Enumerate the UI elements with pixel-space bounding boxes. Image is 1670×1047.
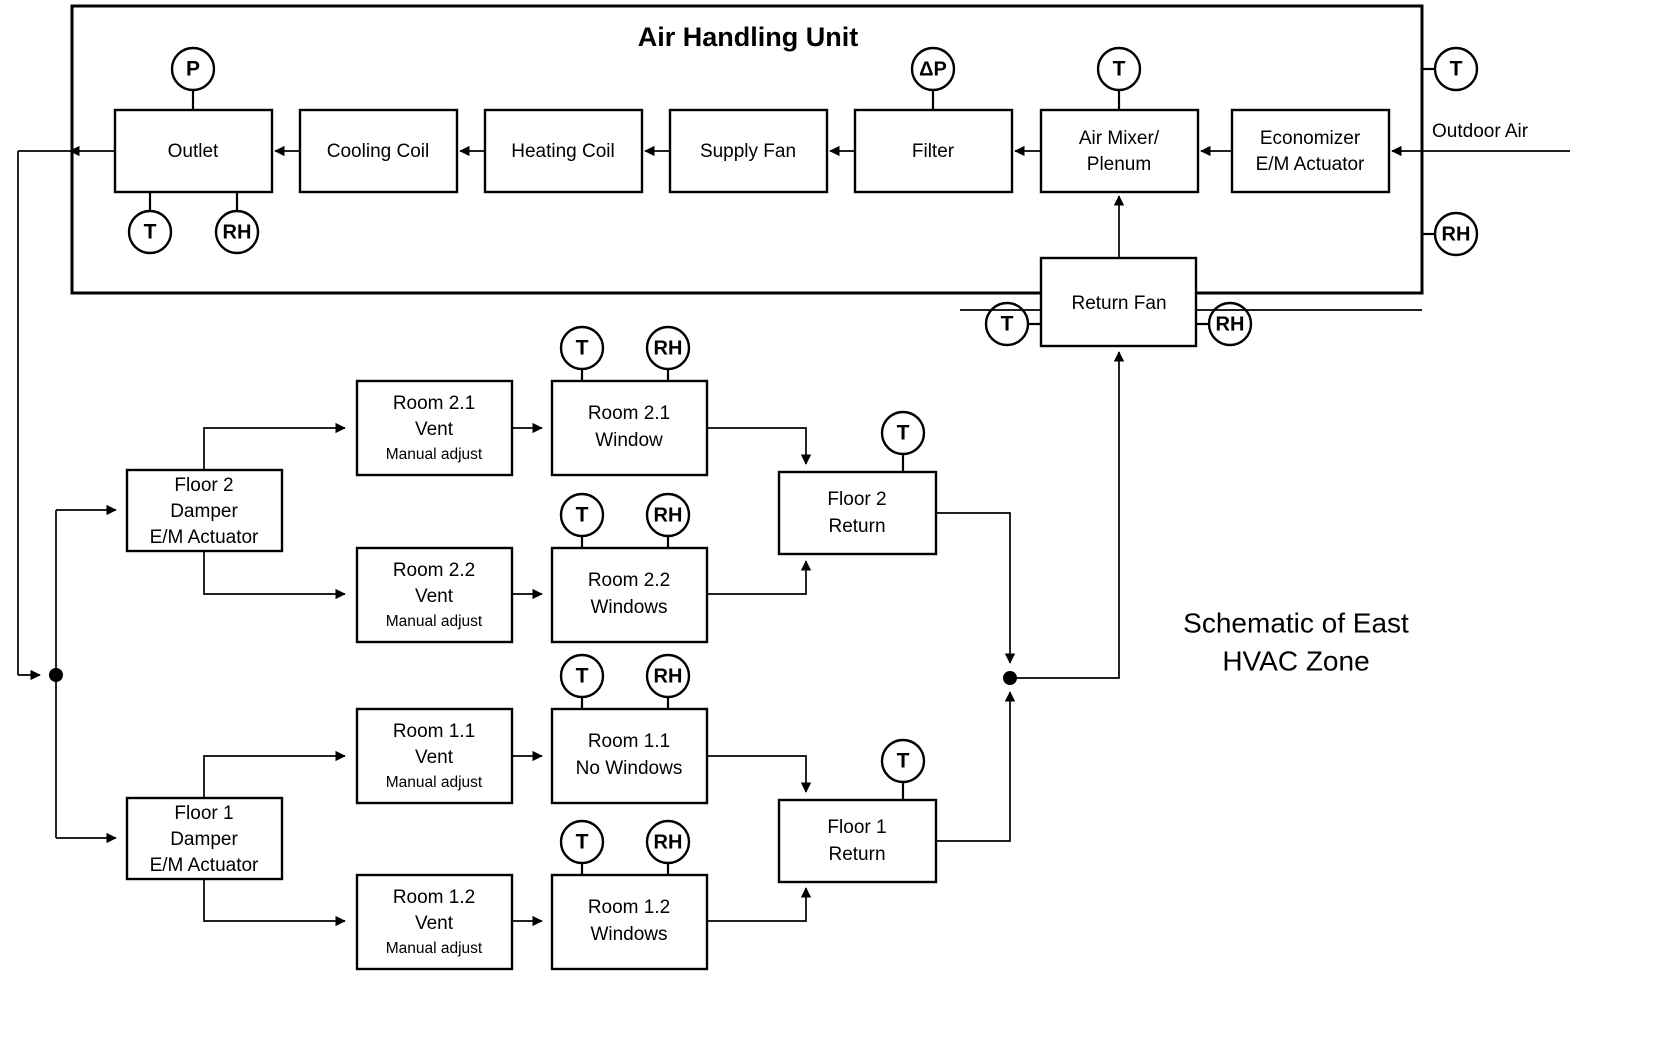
floor-2-damper-label-3: E/M Actuator xyxy=(150,527,259,548)
return-fan-temperature-sensor-label: T xyxy=(1001,313,1014,336)
room-1-1-vent-note: Manual adjust xyxy=(386,774,483,791)
ahu-box-cooling-coil-label: Cooling Coil xyxy=(327,141,429,162)
flow-floor-1-damper-to-room-1-1-vent xyxy=(203,750,346,798)
floor-2-damper-label-1: Floor 2 xyxy=(174,475,233,496)
ahu-box-economizer-label-2: E/M Actuator xyxy=(1256,154,1365,175)
ahu-box-air-mixer-plenum[interactable] xyxy=(1039,108,1200,194)
floor-2-return-label-2: Return xyxy=(828,516,885,537)
ahu-box-economizer-label-1: Economizer xyxy=(1260,128,1361,149)
room-1-2-vent-label-2: Vent xyxy=(415,913,454,934)
room-2-1-vent-label-2: Vent xyxy=(415,419,454,440)
ahu-title: Air Handling Unit xyxy=(638,22,858,52)
room-2-1-space-box[interactable] xyxy=(550,379,709,477)
hvac-schematic-canvas: Air Handling Unit Outlet Cooling Coil He… xyxy=(0,0,1670,1047)
floor-1-damper-label-2: Damper xyxy=(170,829,238,850)
room-2-1-humidity-sensor-label: RH xyxy=(654,337,683,359)
outdoor-air-temperature-sensor-label: T xyxy=(1450,58,1463,81)
room-2-1-vent-note: Manual adjust xyxy=(386,446,483,463)
room-2-2-temperature-sensor-label: T xyxy=(576,504,589,527)
return-fan-humidity-sensor-label: RH xyxy=(1216,313,1245,335)
room-1-2-temperature-sensor-label: T xyxy=(576,831,589,854)
flow-room-2-2-to-floor-2-return xyxy=(707,560,812,595)
room-1-2-humidity-sensor-label: RH xyxy=(654,831,683,853)
room-1-2-space-box[interactable] xyxy=(550,873,709,971)
outlet-pressure-sensor-label: P xyxy=(186,58,200,81)
ahu-box-supply-fan-label: Supply Fan xyxy=(700,141,796,162)
flow-room-1-2-to-floor-1-return xyxy=(707,887,812,922)
outlet-humidity-sensor-label: RH xyxy=(223,221,252,243)
floor-2-return-label-1: Floor 2 xyxy=(827,489,886,510)
floor-1-return-box[interactable] xyxy=(777,798,938,884)
mixer-temperature-sensor-label: T xyxy=(1113,58,1126,81)
floor-1-return-label-1: Floor 1 xyxy=(827,817,886,838)
supply-riser-junction-dot xyxy=(49,668,63,682)
room-1-1-temperature-sensor-label: T xyxy=(576,665,589,688)
ahu-box-filter-label: Filter xyxy=(912,141,955,162)
return-fan-label: Return Fan xyxy=(1071,293,1166,314)
caption-line-2: HVAC Zone xyxy=(1222,645,1369,676)
ahu-box-air-mixer-plenum-label-1: Air Mixer/ xyxy=(1079,128,1160,149)
ahu-box-economizer[interactable] xyxy=(1230,108,1391,194)
room-1-2-space-label-1: Room 1.2 xyxy=(588,897,670,918)
floor-2-damper-label-2: Damper xyxy=(170,501,238,522)
room-2-1-vent-label-1: Room 2.1 xyxy=(393,393,475,414)
floor-2-return-temperature-sensor-label: T xyxy=(897,422,910,445)
flow-room-2-1-to-floor-2-return xyxy=(707,427,812,465)
flow-return-riser-to-return-fan xyxy=(1010,351,1125,679)
room-1-1-space-box[interactable] xyxy=(550,707,709,805)
room-1-1-vent-label-1: Room 1.1 xyxy=(393,721,475,742)
floor-2-return-box[interactable] xyxy=(777,470,938,556)
floor-1-damper-label-3: E/M Actuator xyxy=(150,855,259,876)
filter-delta-pressure-sensor-label: ΔP xyxy=(919,58,947,80)
flow-floor-2-damper-to-room-2-2-vent xyxy=(203,551,346,600)
ahu-box-air-mixer-plenum-label-2: Plenum xyxy=(1087,154,1151,175)
flow-room-1-1-to-floor-1-return xyxy=(707,755,812,793)
ahu-box-heating-coil-label: Heating Coil xyxy=(511,141,615,162)
flow-floor-1-damper-to-room-1-2-vent xyxy=(203,879,346,927)
room-2-2-space-label-1: Room 2.2 xyxy=(588,570,670,591)
floor-1-return-temperature-sensor-label: T xyxy=(897,750,910,773)
hvac-schematic-svg: Air Handling Unit Outlet Cooling Coil He… xyxy=(17,4,1570,971)
ahu-box-outlet-label: Outlet xyxy=(168,141,219,162)
room-1-2-vent-label-1: Room 1.2 xyxy=(393,887,475,908)
room-2-1-space-label-1: Room 2.1 xyxy=(588,403,670,424)
floor-1-damper-label-1: Floor 1 xyxy=(174,803,233,824)
outdoor-air-label: Outdoor Air xyxy=(1432,121,1529,142)
room-1-1-space-label-1: Room 1.1 xyxy=(588,731,670,752)
room-2-2-vent-label-2: Vent xyxy=(415,586,454,607)
room-1-1-vent-label-2: Vent xyxy=(415,747,454,768)
flow-floor-2-damper-to-room-2-1-vent xyxy=(203,422,346,470)
outlet-temperature-sensor-label: T xyxy=(144,221,157,244)
room-2-1-temperature-sensor-label: T xyxy=(576,337,589,360)
room-1-2-space-label-2: Windows xyxy=(590,924,667,945)
outdoor-air-humidity-sensor-label: RH xyxy=(1442,223,1471,245)
room-2-2-space-box[interactable] xyxy=(550,546,709,644)
caption-line-1: Schematic of East xyxy=(1183,607,1409,638)
room-2-2-vent-label-1: Room 2.2 xyxy=(393,560,475,581)
room-2-2-humidity-sensor-label: RH xyxy=(654,504,683,526)
room-2-2-vent-note: Manual adjust xyxy=(386,613,483,630)
room-1-2-vent-note: Manual adjust xyxy=(386,940,483,957)
room-2-1-space-label-2: Window xyxy=(595,430,663,451)
floor-1-return-label-2: Return xyxy=(828,844,885,865)
room-1-1-space-label-2: No Windows xyxy=(576,758,683,779)
flow-floor-1-return-to-riser xyxy=(936,691,1016,842)
room-2-2-space-label-2: Windows xyxy=(590,597,667,618)
room-1-1-humidity-sensor-label: RH xyxy=(654,665,683,687)
flow-floor-2-return-to-riser xyxy=(936,512,1016,664)
